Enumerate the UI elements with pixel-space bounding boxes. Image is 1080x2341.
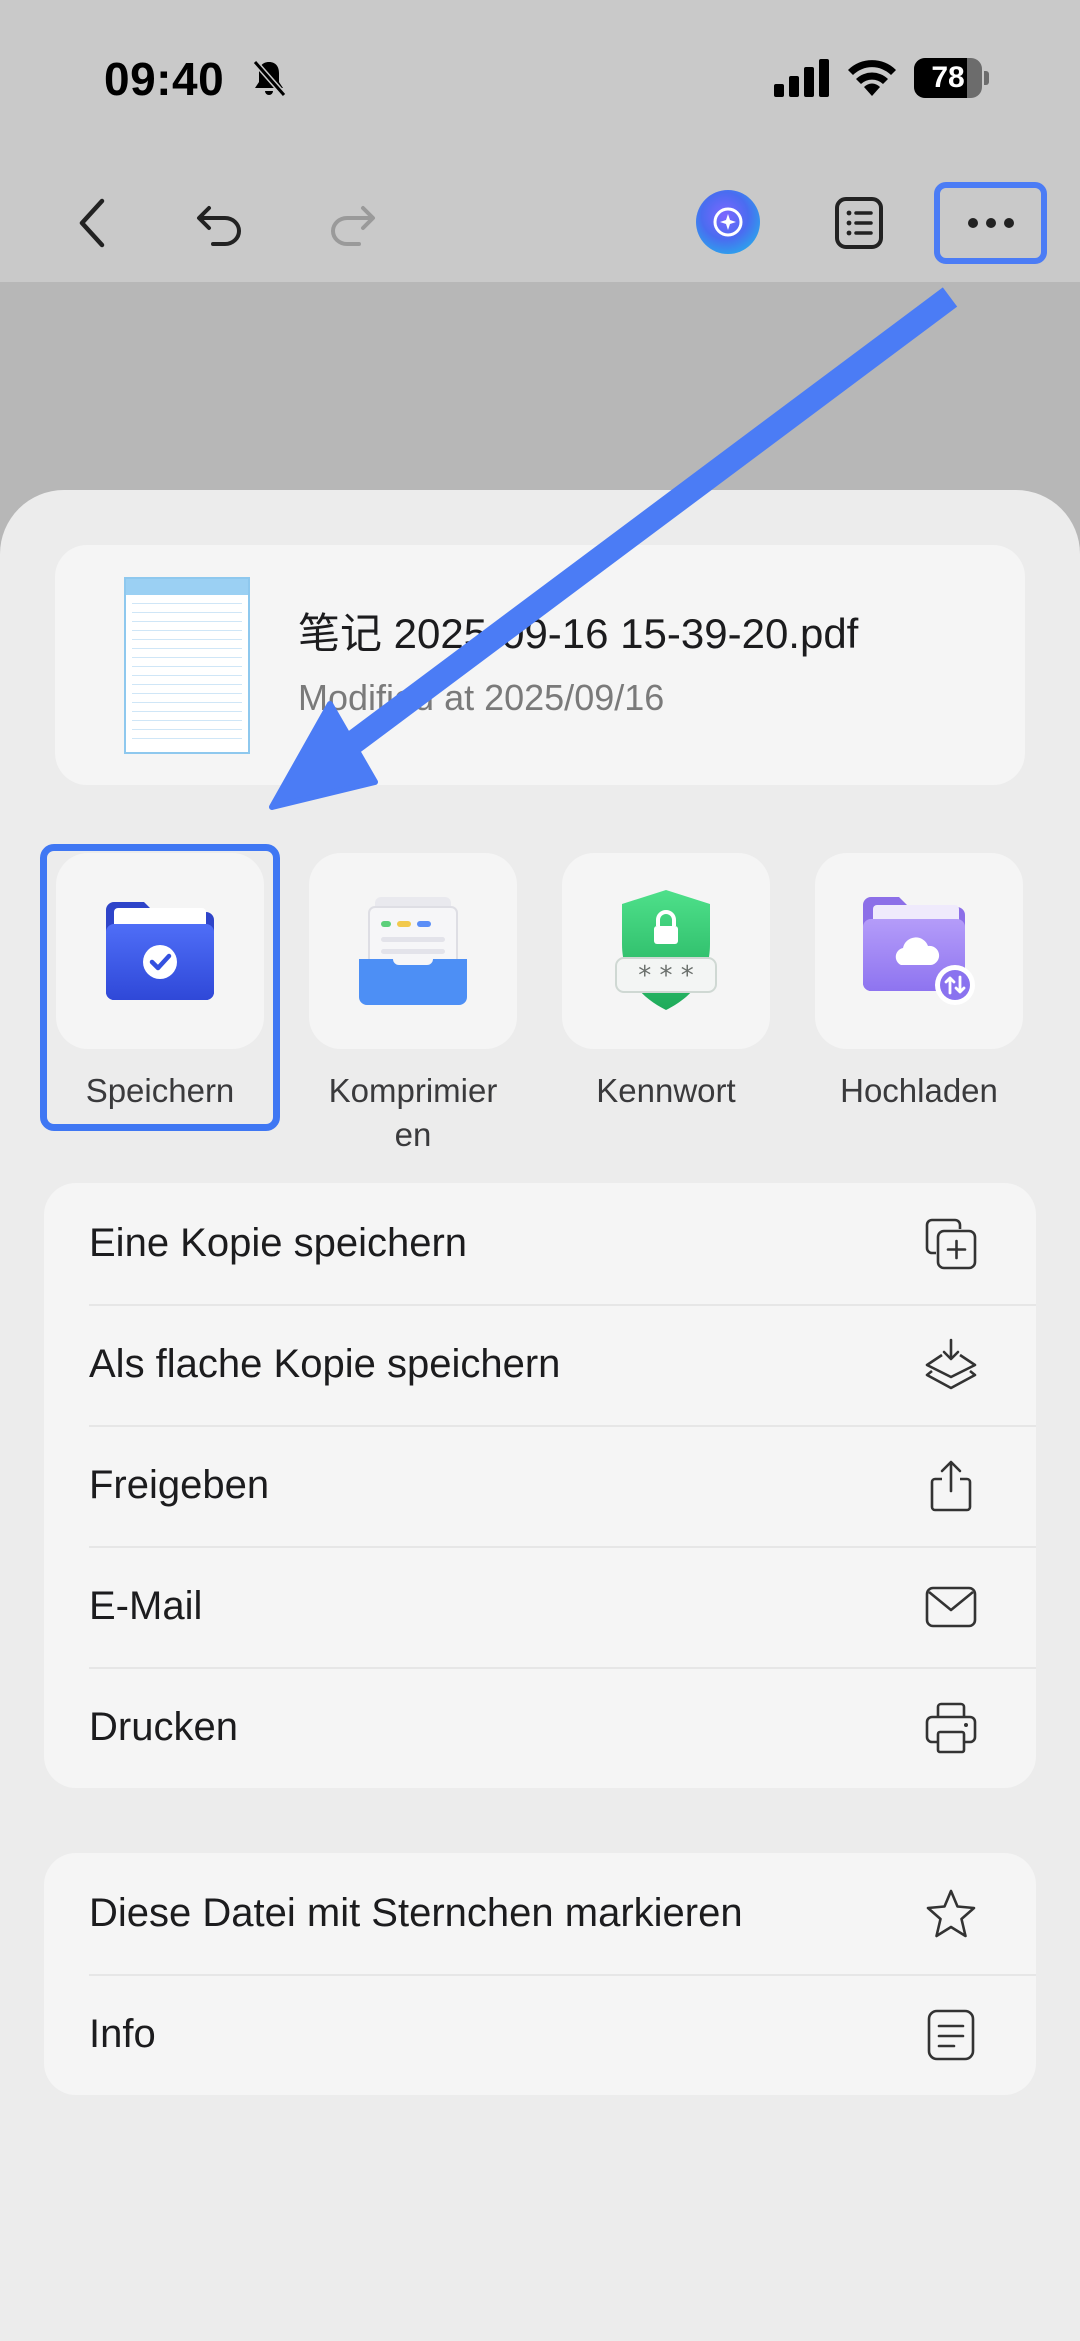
menu-item-share[interactable]: Freigeben: [44, 1425, 1036, 1546]
ai-assistant-button[interactable]: [696, 190, 760, 254]
flatten-layers-icon: [925, 1338, 977, 1390]
menu-item-label: Diese Datei mit Sternchen markieren: [89, 1891, 743, 1935]
compress-icon: [359, 897, 467, 1005]
more-options-button[interactable]: [934, 182, 1047, 264]
password-action[interactable]: * * * Kennwort: [562, 853, 770, 1113]
menu-group-file: Diese Datei mit Sternchen markieren Info: [44, 1853, 1036, 2095]
mail-icon: [925, 1586, 977, 1628]
back-button[interactable]: [62, 188, 122, 258]
file-modified-date: Modified at 2025/09/16: [298, 677, 665, 718]
menu-item-info[interactable]: Info: [44, 1974, 1036, 2095]
file-name: 笔记 2025-09-16 15-39-20.pdf: [298, 610, 859, 657]
app-toolbar: 09:40 78: [0, 0, 1080, 282]
status-bar: 09:40 78: [0, 0, 1080, 160]
menu-item-print[interactable]: Drucken: [44, 1667, 1036, 1788]
upload-label: Hochladen: [840, 1072, 998, 1109]
menu-item-email[interactable]: E-Mail: [44, 1546, 1036, 1667]
more-icon: [967, 218, 1014, 228]
outline-button[interactable]: [828, 188, 890, 258]
compress-tile[interactable]: [309, 853, 517, 1049]
password-label: Kennwort: [596, 1072, 736, 1109]
undo-icon: [197, 206, 241, 246]
battery-percent: 78: [931, 61, 965, 94]
redo-button[interactable]: [320, 188, 384, 258]
menu-item-label: Drucken: [89, 1705, 238, 1749]
share-icon: [930, 1460, 972, 1512]
menu-item-label: Freigeben: [89, 1463, 270, 1507]
redo-icon: [331, 206, 375, 246]
back-icon: [79, 198, 105, 248]
menu-item-save-flat-copy[interactable]: Als flache Kopie speichern: [44, 1304, 1036, 1425]
password-shield-icon: * * *: [615, 890, 717, 1010]
password-tile[interactable]: * * *: [562, 853, 770, 1049]
menu-item-label: Info: [89, 2012, 156, 2056]
compress-action[interactable]: Komprimier en: [309, 853, 517, 1157]
ai-assistant-icon: [713, 207, 743, 237]
menu-item-label: E-Mail: [89, 1584, 203, 1628]
battery-indicator: 78: [914, 58, 989, 98]
star-icon: [926, 1889, 976, 1938]
menu-item-star[interactable]: Diese Datei mit Sternchen markieren: [44, 1853, 1036, 1974]
compress-label: Komprimier en: [328, 1072, 498, 1153]
highlight-frame: [40, 844, 280, 1131]
cellular-signal-icon: [774, 59, 829, 97]
copy-plus-icon: [925, 1218, 977, 1270]
pdf-thumbnail: [124, 577, 250, 754]
menu-item-label: Eine Kopie speichern: [89, 1221, 468, 1265]
menu-item-label: Als flache Kopie speichern: [89, 1342, 561, 1386]
undo-button[interactable]: [188, 188, 252, 258]
info-document-icon: [927, 2009, 975, 2061]
upload-cloud-folder-icon: [863, 897, 975, 1005]
svg-text:* * *: * * *: [638, 961, 694, 991]
status-time: 09:40: [104, 53, 225, 105]
upload-tile[interactable]: [815, 853, 1023, 1049]
menu-item-save-copy[interactable]: Eine Kopie speichern: [44, 1183, 1036, 1304]
wifi-icon: [848, 60, 896, 96]
bell-muted-icon: [252, 60, 287, 97]
upload-action[interactable]: Hochladen: [815, 853, 1023, 1113]
printer-icon: [925, 1702, 977, 1754]
menu-group-export: Eine Kopie speichern Als flache Kopie sp…: [44, 1183, 1036, 1788]
outline-icon: [835, 197, 883, 249]
